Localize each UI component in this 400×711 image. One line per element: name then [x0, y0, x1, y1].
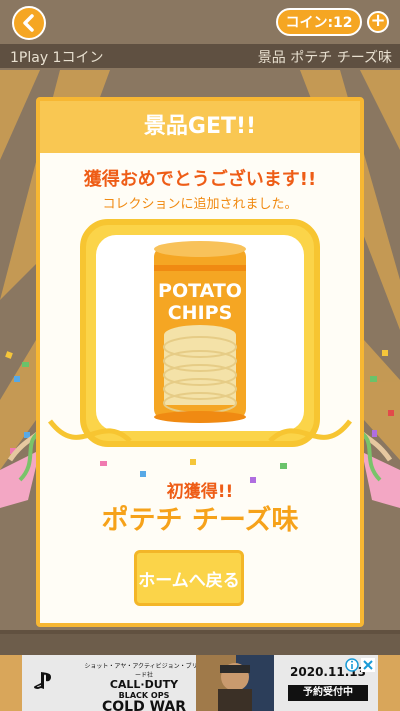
prize-get-modal: 景品GET!! 獲得おめでとうございます!! コレクションに追加されました。 P…	[36, 97, 364, 627]
info-icon[interactable]	[345, 658, 359, 672]
ad-brand-small: ショット・アヤ・アクティビジョン・ブリザード社	[84, 663, 204, 679]
playstation-logo-icon	[34, 672, 51, 689]
chevron-left-icon	[23, 14, 34, 32]
back-button[interactable]	[12, 6, 46, 40]
ad-game-logo: ショット・アヤ・アクティビジョン・ブリザード社 CALL·DUTY BLACK …	[84, 661, 204, 711]
add-coins-button[interactable]: +	[367, 11, 389, 33]
can-label-line2: CHIPS	[168, 302, 233, 324]
ad-controls	[345, 658, 375, 672]
can-label-line1: POTATO	[158, 280, 242, 302]
ad-soldier-image	[196, 655, 274, 711]
ad-banner[interactable]: ショット・アヤ・アクティビジョン・ブリザード社 CALL·DUTY BLACK …	[22, 655, 378, 711]
prize-info-text: 景品 ポテチ チーズ味	[257, 50, 392, 66]
close-icon[interactable]	[361, 658, 375, 672]
ad-title-line3: COLD WAR	[101, 699, 187, 711]
play-cost-text: 1Play 1コイン	[10, 50, 104, 66]
collection-added-text: コレクションに追加されました。	[102, 197, 298, 212]
info-bar: 1Play 1コイン 景品 ポテチ チーズ味	[0, 44, 400, 68]
ad-preorder-button[interactable]: 予約受付中	[288, 685, 368, 701]
coin-balance: コイン:12	[276, 8, 362, 36]
return-home-button[interactable]: ホームへ戻る	[134, 550, 244, 606]
congrats-text: 獲得おめでとうございます!!	[83, 169, 317, 190]
top-bar: コイン:12 +	[0, 0, 400, 44]
modal-title: 景品GET!!	[40, 101, 360, 153]
prize-name: ポテチ チーズ味	[101, 505, 299, 536]
ad-title-line1: CALL·DUTY	[109, 678, 179, 691]
